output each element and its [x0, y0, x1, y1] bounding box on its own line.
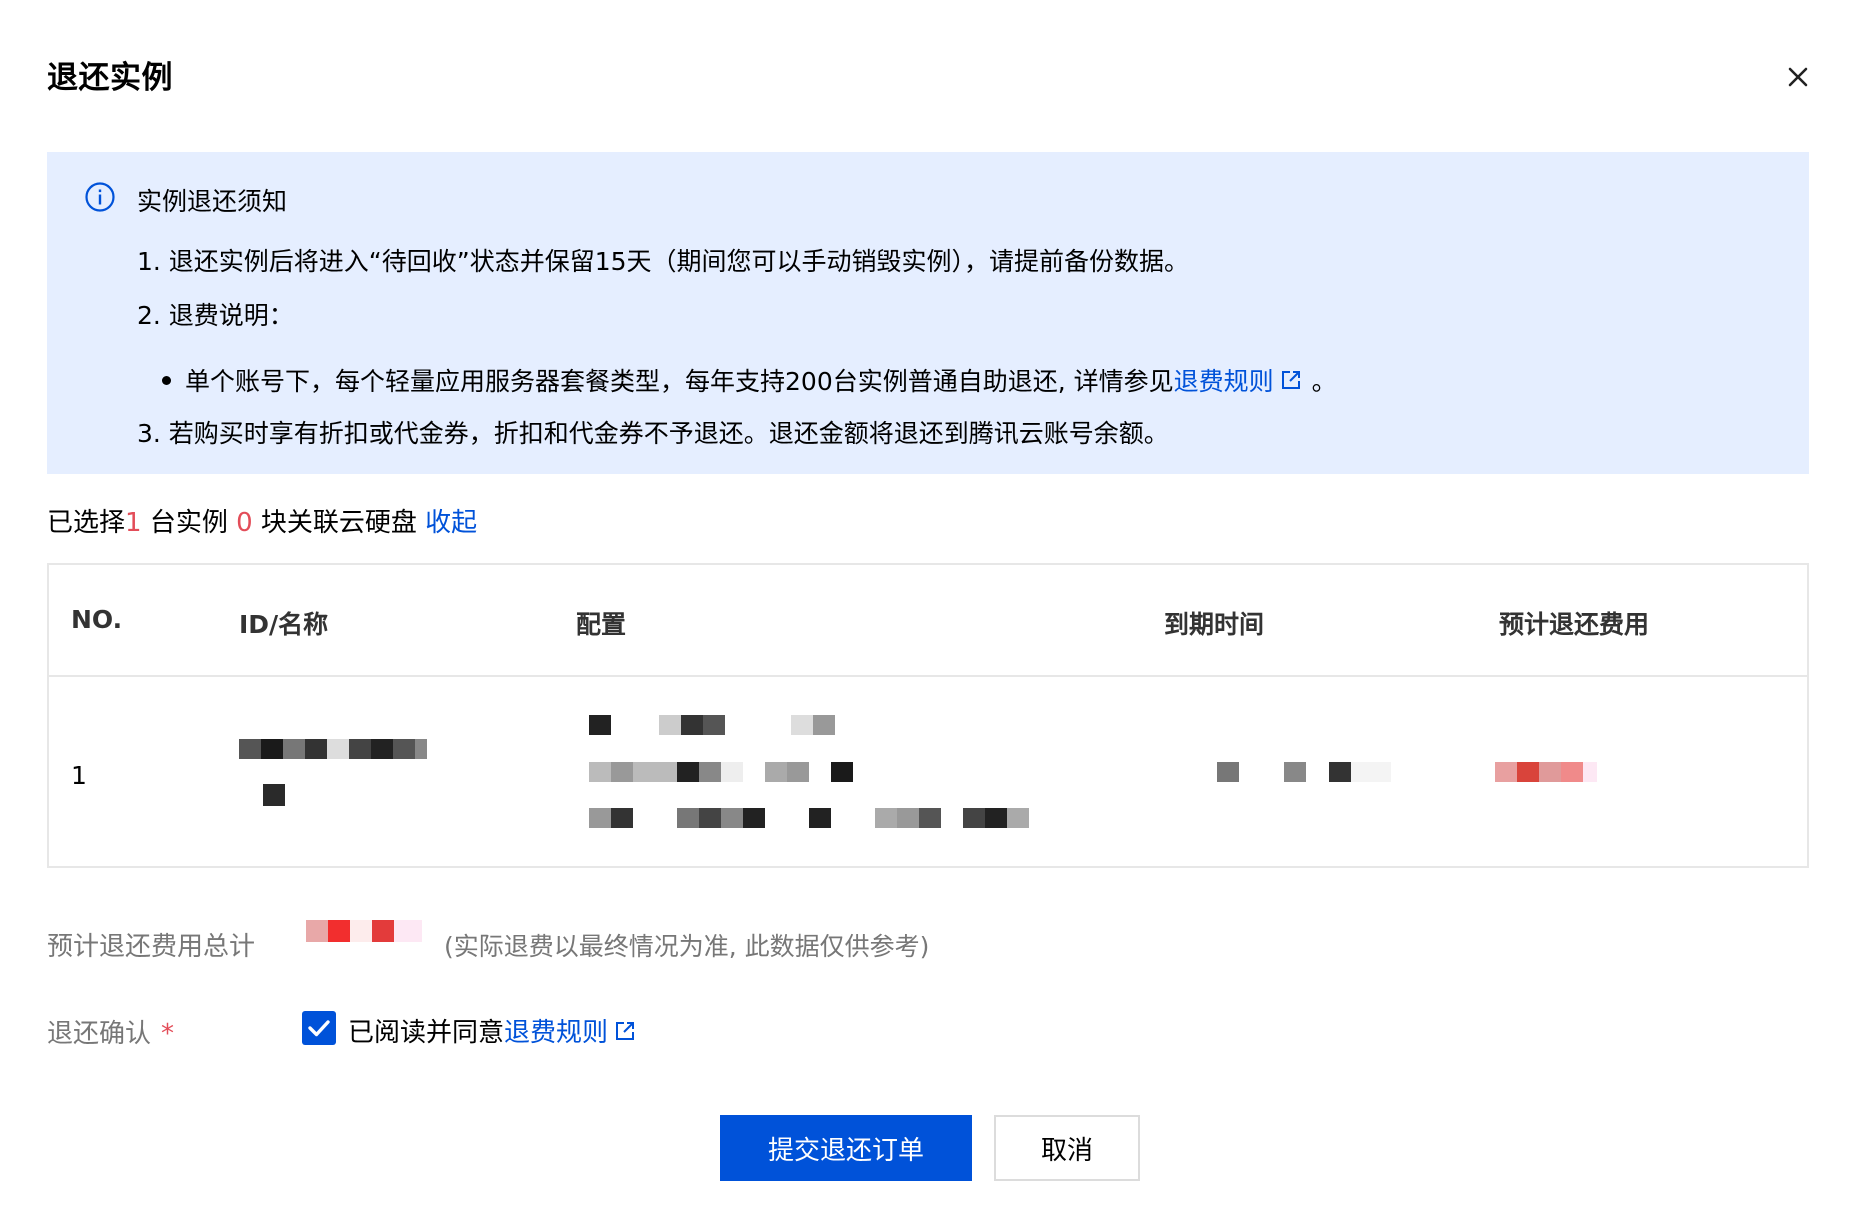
column-header-no: NO. [71, 605, 123, 634]
collapse-link[interactable]: 收起 [425, 508, 477, 538]
refund-instance-dialog: 退还实例 实例退还须知 1. 退还实例后将进入“待回收”状态并保留15天（期间您… [0, 0, 1852, 1228]
disk-count: 0 [236, 508, 253, 538]
notice-bullet-item: 单个账号下，每个轻量应用服务器套餐类型，每年支持200台实例普通自助退还, 详情… [162, 362, 1337, 398]
external-link-icon[interactable] [1280, 369, 1302, 391]
required-mark: * [161, 1019, 175, 1049]
external-link-icon[interactable] [614, 1020, 636, 1042]
bullet-suffix: 。 [1311, 367, 1337, 396]
refund-rules-link[interactable]: 退费规则 [1174, 367, 1274, 396]
refund-confirm-label-text: 退还确认 [47, 1019, 152, 1049]
column-header-expiry: 到期时间 [1164, 610, 1265, 639]
selection-summary: 已选择1 台实例 0 块关联云硬盘 收起 [47, 502, 477, 539]
bullet-dot [162, 375, 171, 385]
agree-text: 已阅读并同意 [348, 1018, 505, 1048]
agree-refund-rules-link[interactable]: 退费规则 [504, 1018, 608, 1048]
bullet-text: 单个账号下，每个轻量应用服务器套餐类型，每年支持200台实例普通自助退还, 详情… [185, 367, 1174, 396]
submit-refund-button[interactable]: 提交退还订单 [720, 1115, 972, 1181]
agree-checkbox[interactable] [302, 1011, 336, 1045]
total-refund-label: 预计退还费用总计 [47, 932, 256, 962]
notice-item-3: 3. 若购买时享有折扣或代金券，折扣和代金券不予退还。退还金额将退还到腾讯云账号… [137, 419, 1169, 448]
agree-statement: 已阅读并同意退费规则 [348, 1012, 636, 1049]
table-header: NO. ID/名称 配置 到期时间 预计退还费用 [49, 565, 1807, 677]
column-header-id-name: ID/名称 [239, 610, 329, 639]
notice-title: 实例退还须知 [137, 187, 288, 216]
notice-item-1: 1. 退还实例后将进入“待回收”状态并保留15天（期间您可以手动销毁实例），请提… [137, 247, 1190, 276]
close-icon [1788, 67, 1808, 87]
info-circle-icon [85, 182, 115, 212]
dialog-title: 退还实例 [47, 60, 173, 96]
instance-table: NO. ID/名称 配置 到期时间 预计退还费用 1 [47, 563, 1809, 868]
selection-prefix: 已选择 [47, 508, 126, 538]
instance-count: 1 [125, 508, 142, 538]
refund-notice-panel: 实例退还须知 1. 退还实例后将进入“待回收”状态并保留15天（期间您可以手动销… [47, 152, 1809, 474]
column-header-config: 配置 [576, 610, 627, 639]
row-number: 1 [71, 761, 87, 790]
instance-suffix: 台实例 [141, 508, 237, 538]
total-refund-hint: (实际退费以最终情况为准, 此数据仅供参考) [444, 932, 930, 961]
checkmark-icon [308, 1020, 330, 1037]
notice-item-2: 2. 退费说明： [137, 301, 294, 330]
column-header-refund: 预计退还费用 [1499, 610, 1650, 639]
disk-suffix: 块关联云硬盘 [252, 508, 426, 538]
refund-confirm-label: 退还确认 * [47, 1013, 174, 1050]
cancel-button[interactable]: 取消 [994, 1115, 1140, 1181]
close-button[interactable] [1783, 62, 1813, 92]
